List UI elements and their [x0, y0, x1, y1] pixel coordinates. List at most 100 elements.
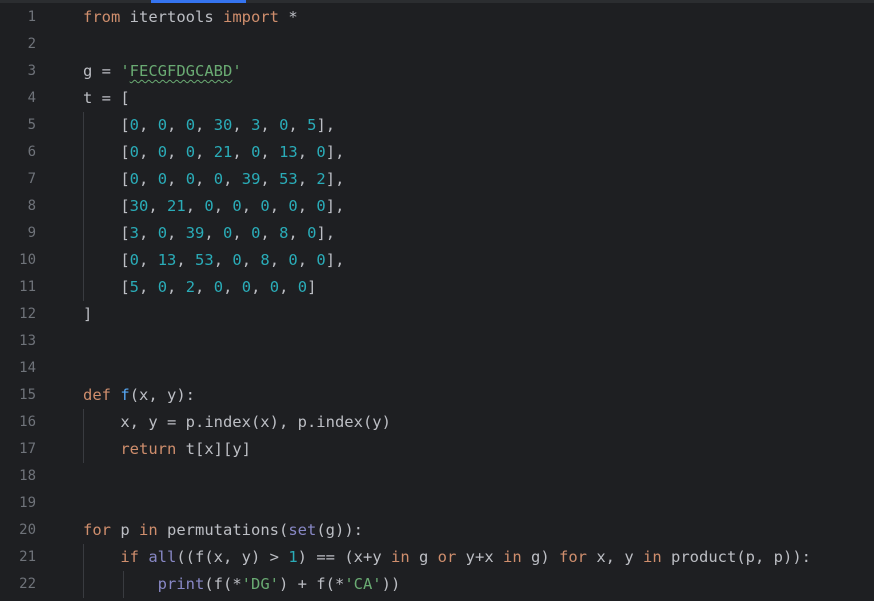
line-number[interactable]: 17 [0, 436, 36, 463]
line-number[interactable]: 13 [0, 328, 36, 355]
code-token: , [195, 116, 214, 134]
code-token: permutations( [157, 521, 289, 539]
code-line[interactable]: 3 g = 'FECGFDGCABD' [0, 58, 874, 85]
code-text[interactable]: [0, 13, 53, 0, 8, 0, 0], [83, 247, 344, 274]
code-token: return [120, 440, 177, 458]
code-token: g) [521, 548, 560, 566]
line-number[interactable]: 9 [0, 220, 36, 247]
code-line[interactable]: 15 def f(x, y): [0, 382, 874, 409]
line-number[interactable]: 10 [0, 247, 36, 274]
code-line[interactable]: 20 for p in permutations(set(g)): [0, 517, 874, 544]
code-text[interactable]: from itertools import * [83, 4, 298, 31]
line-number[interactable]: 15 [0, 382, 36, 409]
code-token: 0 [129, 143, 140, 161]
line-number[interactable]: 19 [0, 490, 36, 517]
code-token: (f(* [204, 575, 242, 593]
line-number[interactable]: 12 [0, 301, 36, 328]
line-number[interactable]: 3 [0, 58, 36, 85]
line-number[interactable]: 11 [0, 274, 36, 301]
code-token: [ [83, 116, 130, 134]
code-token: 0 [288, 197, 298, 215]
code-token: , [223, 170, 242, 188]
line-number[interactable]: 14 [0, 355, 36, 382]
code-token: 'CA' [344, 575, 382, 593]
code-line[interactable]: 8 [30, 21, 0, 0, 0, 0, 0], [0, 193, 874, 220]
code-token: , [139, 251, 158, 269]
line-number[interactable]: 4 [0, 85, 36, 112]
code-token: 39 [185, 224, 205, 242]
code-token: , [139, 170, 158, 188]
code-token: , [269, 251, 289, 269]
code-text[interactable]: [0, 0, 0, 30, 3, 0, 5], [83, 112, 335, 139]
line-number[interactable]: 8 [0, 193, 36, 220]
code-text[interactable]: g = 'FECGFDGCABD' [83, 58, 242, 85]
code-line[interactable]: 7 [0, 0, 0, 0, 39, 53, 2], [0, 166, 874, 193]
code-line[interactable]: 10 [0, 13, 53, 0, 8, 0, 0], [0, 247, 874, 274]
line-number[interactable]: 5 [0, 112, 36, 139]
code-token: 0 [213, 170, 224, 188]
code-line[interactable]: 12] [0, 301, 874, 328]
code-text[interactable]: t = [ [83, 85, 130, 112]
code-token: , [297, 197, 317, 215]
code-token: , [185, 197, 205, 215]
code-line[interactable]: 18 [0, 463, 874, 490]
code-line[interactable]: 2 [0, 31, 874, 58]
code-line[interactable]: 1 from itertools import * [0, 4, 874, 31]
code-editor[interactable]: 1 from itertools import * 2 3 g = 'FECGFDGCA… [0, 4, 874, 598]
line-number[interactable]: 2 [0, 31, 36, 58]
code-token: , [167, 278, 186, 296]
line-number[interactable]: 7 [0, 166, 36, 193]
code-text[interactable]: [3, 0, 39, 0, 0, 8, 0], [83, 220, 335, 247]
code-text[interactable]: if all((f(x, y) > 1) == (x+y in g or y+x… [83, 544, 811, 571]
code-token: , [139, 224, 158, 242]
code-line[interactable]: 13 [0, 328, 874, 355]
code-token: , [260, 224, 280, 242]
code-token: , [167, 116, 186, 134]
code-text[interactable]: for p in permutations(set(g)): [83, 517, 363, 544]
code-token: ' [232, 62, 242, 80]
code-text[interactable]: [0, 0, 0, 21, 0, 13, 0], [83, 139, 344, 166]
line-number[interactable]: 16 [0, 409, 36, 436]
code-text[interactable]: def f(x, y): [83, 382, 195, 409]
line-number[interactable]: 22 [0, 571, 36, 598]
code-token: ] [307, 278, 317, 296]
code-text[interactable]: print(f(*'DG') + f(*'CA')) [83, 571, 401, 598]
code-text[interactable]: return t[x][y] [83, 436, 251, 463]
code-line[interactable]: 11 [5, 0, 2, 0, 0, 0, 0] [0, 274, 874, 301]
code-token: , [195, 170, 214, 188]
code-token: f [120, 386, 130, 404]
code-text[interactable]: [5, 0, 2, 0, 0, 0, 0] [83, 274, 316, 301]
code-text[interactable]: [30, 21, 0, 0, 0, 0, 0], [83, 193, 344, 220]
code-token: 0 [260, 197, 270, 215]
code-token: , [279, 278, 298, 296]
code-line[interactable]: 19 [0, 490, 874, 517]
code-token: 0 [251, 224, 261, 242]
line-number[interactable]: 18 [0, 463, 36, 490]
code-token: 0 [185, 143, 196, 161]
code-token: import [222, 8, 279, 26]
code-token: g = [83, 62, 121, 80]
code-token: , [269, 197, 289, 215]
code-line[interactable]: 6 [0, 0, 0, 21, 0, 13, 0], [0, 139, 874, 166]
code-line[interactable]: 9 [3, 0, 39, 0, 0, 8, 0], [0, 220, 874, 247]
line-number[interactable]: 1 [0, 4, 36, 31]
code-text[interactable]: ] [83, 301, 92, 328]
line-number[interactable]: 21 [0, 544, 36, 571]
code-text[interactable]: x, y = p.index(x), p.index(y) [83, 409, 391, 436]
code-line[interactable]: 17 return t[x][y] [0, 436, 874, 463]
code-token: ], [325, 197, 345, 215]
code-token: in [503, 548, 522, 566]
code-token: , [232, 224, 252, 242]
code-line[interactable]: 14 [0, 355, 874, 382]
code-text[interactable]: [0, 0, 0, 0, 39, 53, 2], [83, 166, 344, 193]
active-tab-indicator[interactable] [151, 0, 246, 3]
code-token: , [251, 278, 270, 296]
code-line[interactable]: 22 print(f(*'DG') + f(*'CA')) [0, 571, 874, 598]
code-line[interactable]: 5 [0, 0, 0, 30, 3, 0, 5], [0, 112, 874, 139]
code-line[interactable]: 4 t = [ [0, 85, 874, 112]
code-token: (g)): [316, 521, 363, 539]
code-line[interactable]: 21 if all((f(x, y) > 1) == (x+y in g or … [0, 544, 874, 571]
line-number[interactable]: 20 [0, 517, 36, 544]
line-number[interactable]: 6 [0, 139, 36, 166]
code-line[interactable]: 16 x, y = p.index(x), p.index(y) [0, 409, 874, 436]
